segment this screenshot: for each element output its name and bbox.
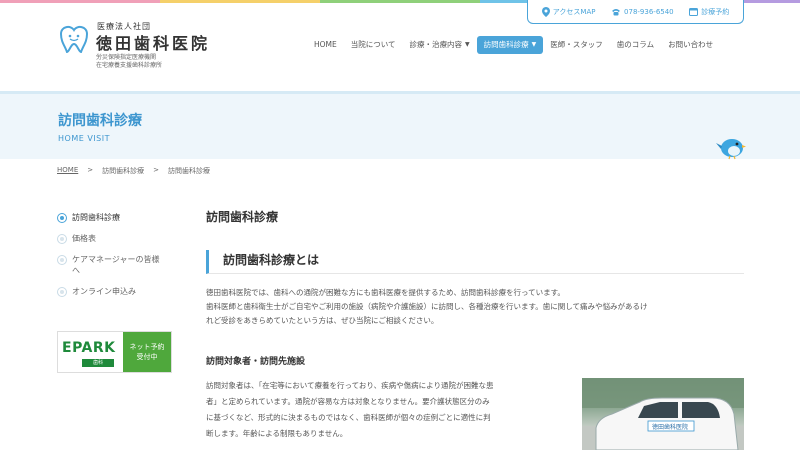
content-title: 訪問歯科診療 (206, 210, 279, 224)
epark-cta-line: 受付中 (136, 353, 158, 361)
sidebar-item-label: 訪問歯科診療 (72, 213, 120, 222)
epark-logo-area: EPARK 歯科 (58, 332, 123, 372)
main-nav: HOME 当院について 診療・治療内容 ▼ 訪問歯科診療 ▼ 医師・スタッフ 歯のコ… (307, 36, 720, 54)
sidebar-item-online-apply[interactable]: オンライン申込み (57, 286, 177, 297)
nav-item-label: 当院について (350, 40, 396, 49)
sidebar: 訪問歯科診療 価格表 ケアマネージャーの皆様へ オンライン申込み (57, 212, 177, 307)
top-bar-segment (0, 0, 160, 3)
epark-logo: EPARK (62, 340, 116, 356)
booking-link[interactable]: 診療予約 (689, 7, 729, 17)
nav-item-home[interactable]: HOME (307, 36, 344, 54)
bird-mascot-icon (716, 139, 746, 160)
nav-item-treatment[interactable]: 診療・治療内容 ▼ (403, 36, 477, 54)
nav-item-label: HOME (314, 40, 337, 49)
paragraph-line: に基づくなど、形式的に決まるものではなく、歯科医師が個々の症例ごとに適性に判 (206, 413, 491, 422)
main-content: 訪問歯科診療 訪問歯科診療とは 徳田歯科医院では、歯科への通院が困難な方にも歯科… (206, 208, 746, 438)
nav-item-label: 医師・スタッフ (550, 40, 603, 49)
paragraph-line: 歯科医師と歯科衛生士がご自宅やご利用の施設（病院や介護施設）に訪問し、各種治療を… (206, 302, 648, 311)
section-heading: 訪問歯科診療とは (206, 250, 744, 274)
epark-cta: ネット予約 受付中 (123, 332, 171, 372)
access-map-link[interactable]: アクセスMAP (541, 6, 596, 17)
target-paragraph: 訪問対象者は、「在宅等において療養を行っており、疾病や傷病により通院が困難な患 … (206, 378, 576, 442)
map-pin-icon (541, 6, 550, 17)
nav-item-home-visit[interactable]: 訪問歯科診療 ▼ (476, 36, 544, 54)
paragraph-line: 徳田歯科医院では、歯科への通院が困難な方にも歯科医療を提供するため、訪問歯科診療… (206, 288, 565, 297)
bullet-icon (57, 255, 67, 265)
subsection-heading: 訪問対象者・訪問先施設 (206, 357, 306, 367)
sidebar-item-prices[interactable]: 価格表 (57, 233, 177, 244)
breadcrumb-separator: > (153, 166, 159, 174)
sidebar-item-label: 価格表 (72, 234, 96, 243)
logo-sub-label: 在宅療養支援歯科診療所 (96, 62, 163, 69)
car-illustration (582, 378, 744, 450)
tooth-logo-icon (59, 25, 89, 54)
phone-link[interactable]: 078-936-6540 (611, 8, 674, 16)
page-title: 訪問歯科診療 (58, 113, 142, 129)
epark-banner[interactable]: EPARK 歯科 ネット予約 受付中 (57, 331, 172, 373)
phone-icon (612, 8, 621, 15)
paragraph-line: 者」と定められています。通院が容易な方は対象となりません。要介護状態区分のみ (206, 397, 490, 406)
sidebar-item-label: ケアマネージャーの皆様へ (72, 255, 160, 275)
breadcrumb: HOME > 訪問歯科診療 > 訪問歯科診療 (57, 166, 210, 176)
paragraph-line: れど受診をあきらめていたという方は、ぜひ当院にご相談ください。 (206, 316, 439, 325)
nav-item-label: 診療・治療内容 (409, 40, 463, 49)
bullet-icon (57, 234, 67, 244)
nav-item-label: お問い合わせ (668, 40, 714, 49)
breadcrumb-home-link[interactable]: HOME (57, 166, 78, 176)
chevron-down-icon: ▼ (465, 41, 470, 48)
car-sign-text: 徳田歯科医院 (652, 424, 689, 431)
page-subtitle: HOME VISIT (58, 134, 110, 143)
nav-item-contact[interactable]: お問い合わせ (661, 36, 720, 54)
nav-item-label: 訪問歯科診療 (483, 40, 529, 49)
chevron-down-icon: ▼ (531, 41, 537, 48)
top-bar-segment (160, 0, 320, 3)
logo-clinic-name: 徳田歯科医院 (96, 34, 211, 53)
page-hero: 訪問歯科診療 HOME VISIT (0, 91, 800, 160)
contact-box: アクセスMAP 078-936-6540 診療予約 (527, 0, 744, 24)
bullet-icon (57, 213, 67, 223)
nav-item-column[interactable]: 歯のコラム (610, 36, 661, 54)
epark-cta-line: ネット予約 (129, 343, 165, 351)
bullet-icon (57, 287, 67, 297)
nav-item-label: 歯のコラム (616, 40, 655, 49)
sidebar-item-home-visit[interactable]: 訪問歯科診療 (57, 212, 177, 223)
paragraph-line: 訪問対象者は、「在宅等において療養を行っており、疾病や傷病により通院が困難な患 (206, 381, 494, 390)
sidebar-item-care-managers[interactable]: ケアマネージャーの皆様へ (57, 254, 177, 276)
breadcrumb-item[interactable]: 訪問歯科診療 (102, 166, 144, 176)
access-map-label: アクセスMAP (552, 7, 596, 16)
sidebar-item-label: オンライン申込み (72, 287, 136, 296)
paragraph-line: 断します。年齢による制限もありません。 (206, 429, 348, 438)
breadcrumb-separator: > (87, 166, 94, 174)
top-bar-segment (320, 0, 480, 3)
booking-label: 診療予約 (701, 7, 730, 16)
nav-item-about[interactable]: 当院について (344, 36, 403, 54)
visit-car-photo: 徳田歯科医院 (582, 378, 744, 450)
breadcrumb-current: 訪問歯科診療 (168, 167, 210, 175)
calendar-icon (689, 8, 699, 16)
epark-tag: 歯科 (82, 359, 114, 367)
phone-number: 078-936-6540 (624, 7, 674, 16)
site-logo[interactable]: 医療法人社団 徳田歯科医院 労災保険指定医療機関 在宅療養支援歯科診療所 (57, 20, 257, 70)
nav-item-staff[interactable]: 医師・スタッフ (543, 36, 610, 54)
